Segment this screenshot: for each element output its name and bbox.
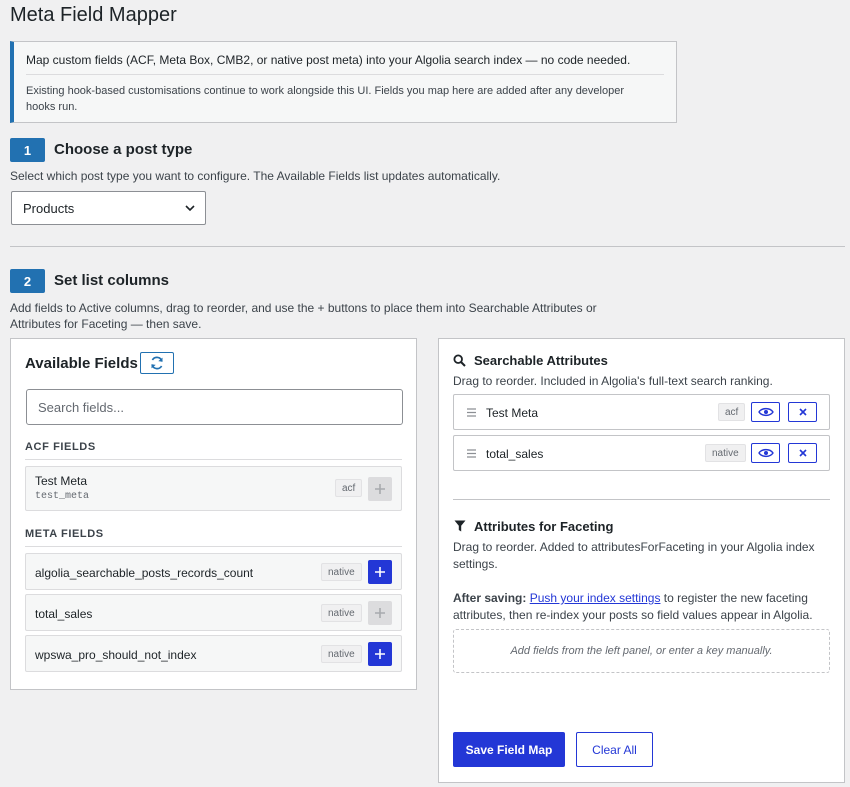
searchable-item-test-meta[interactable]: Test Meta acf xyxy=(453,394,830,430)
field-name: Test Meta xyxy=(35,474,88,488)
searchable-attributes-title: Searchable Attributes xyxy=(474,353,608,368)
refresh-icon xyxy=(151,356,163,370)
meta-fields-label: META FIELDS xyxy=(25,528,104,540)
source-badge: native xyxy=(321,645,362,663)
field-row-algolia-searchable-posts-records-count[interactable]: algolia_searchable_posts_records_count n… xyxy=(25,553,402,590)
drop-zone-hint: Add fields from the left panel, or enter… xyxy=(510,645,773,657)
field-row-wpswa-pro-should-not-index[interactable]: wpswa_pro_should_not_index native xyxy=(25,635,402,672)
chevron-down-icon xyxy=(185,205,195,212)
attribute-name: Test Meta xyxy=(486,406,539,420)
search-icon xyxy=(453,354,466,367)
available-fields-title: Available Fields xyxy=(25,355,138,372)
refresh-button[interactable] xyxy=(140,352,174,374)
acf-fields-label: ACF FIELDS xyxy=(25,441,96,453)
section-divider xyxy=(10,246,845,247)
notice-line-2: Existing hook-based customisations conti… xyxy=(26,85,625,113)
drag-handle-icon[interactable] xyxy=(467,408,476,417)
after-saving-label: After saving: xyxy=(453,591,527,605)
step-1-badge: 1 xyxy=(10,138,45,162)
meta-divider xyxy=(25,546,402,547)
filter-icon xyxy=(454,520,466,532)
eye-icon xyxy=(757,448,774,458)
searchable-attributes-description: Drag to reorder. Included in Algolia's f… xyxy=(453,374,773,388)
post-type-value: Products xyxy=(23,200,75,216)
after-saving-note: After saving: Push your index settings t… xyxy=(453,590,828,624)
post-type-select[interactable]: Products xyxy=(11,191,206,225)
info-notice: Map custom fields (ACF, Meta Box, CMB2, … xyxy=(10,41,677,123)
eye-icon xyxy=(757,407,774,417)
remove-attribute-button[interactable] xyxy=(788,443,817,463)
page-title: Meta Field Mapper xyxy=(10,4,177,26)
field-row-total-sales[interactable]: total_sales native xyxy=(25,594,402,631)
add-field-button[interactable] xyxy=(368,477,392,501)
add-field-button[interactable] xyxy=(368,560,392,584)
source-badge: acf xyxy=(335,479,363,497)
faceting-attributes-description: Drag to reorder. Added to attributesForF… xyxy=(453,540,815,571)
search-fields-placeholder: Search fields... xyxy=(38,399,124,415)
step-2-badge: 2 xyxy=(10,269,45,293)
add-field-button[interactable] xyxy=(368,601,392,625)
source-badge: native xyxy=(321,604,362,622)
attributes-divider xyxy=(453,499,830,500)
plus-icon xyxy=(375,649,385,659)
source-badge: native xyxy=(321,563,362,581)
notice-divider xyxy=(26,74,664,75)
plus-icon xyxy=(375,567,385,577)
step-1-description: Select which post type you want to confi… xyxy=(10,169,501,183)
clear-all-button[interactable]: Clear All xyxy=(576,732,653,767)
field-name: wpswa_pro_should_not_index xyxy=(35,648,197,662)
faceting-drop-zone[interactable]: Add fields from the left panel, or enter… xyxy=(453,629,830,673)
search-fields-input[interactable]: Search fields... xyxy=(26,389,403,425)
push-index-settings-link[interactable]: Push your index settings xyxy=(530,591,661,605)
step-1-title: Choose a post type xyxy=(54,141,193,158)
step-2-title: Set list columns xyxy=(54,272,170,289)
toggle-visibility-button[interactable] xyxy=(751,402,780,422)
source-badge: acf xyxy=(718,403,746,421)
plus-icon xyxy=(375,608,385,618)
field-name: total_sales xyxy=(35,607,93,621)
close-icon xyxy=(798,408,807,416)
close-icon xyxy=(798,449,807,457)
faceting-attributes-title: Attributes for Faceting xyxy=(474,519,614,534)
toggle-visibility-button[interactable] xyxy=(751,443,780,463)
source-badge: native xyxy=(705,444,746,462)
remove-attribute-button[interactable] xyxy=(788,402,817,422)
attribute-name: total_sales xyxy=(486,447,544,461)
searchable-item-total-sales[interactable]: total_sales native xyxy=(453,435,830,471)
acf-divider xyxy=(25,459,402,460)
plus-icon xyxy=(375,484,385,494)
field-row-test-meta[interactable]: Test Meta test_meta acf xyxy=(25,466,402,511)
notice-line-1: Map custom fields (ACF, Meta Box, CMB2, … xyxy=(26,53,631,67)
field-name: algolia_searchable_posts_records_count xyxy=(35,566,254,580)
save-field-map-button[interactable]: Save Field Map xyxy=(453,732,565,767)
step-2-description: Add fields to Active columns, drag to re… xyxy=(10,301,597,331)
add-field-button[interactable] xyxy=(368,642,392,666)
drag-handle-icon[interactable] xyxy=(467,449,476,458)
field-key: test_meta xyxy=(35,491,90,502)
